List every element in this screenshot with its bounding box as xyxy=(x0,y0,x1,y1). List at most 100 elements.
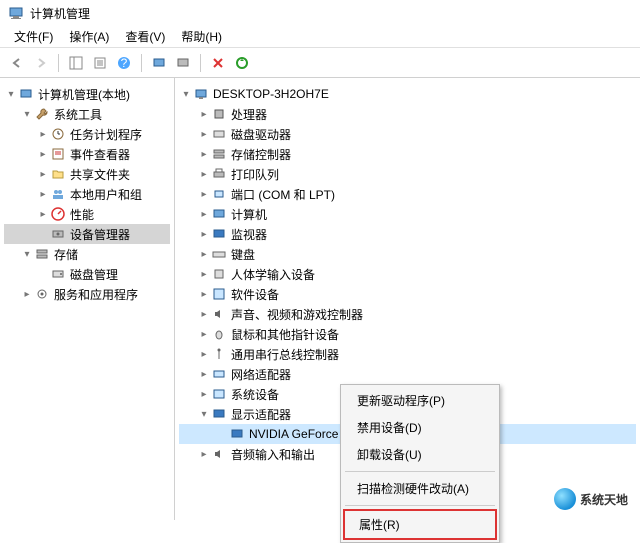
titlebar: 计算机管理 xyxy=(0,0,640,26)
network-icon xyxy=(211,366,227,382)
services-icon xyxy=(34,286,50,302)
cat-sound[interactable]: ▸ 声音、视频和游戏控制器 xyxy=(179,304,636,324)
cat-usb[interactable]: ▸ 通用串行总线控制器 xyxy=(179,344,636,364)
cat-storage-ctrl[interactable]: ▸ 存储控制器 xyxy=(179,144,636,164)
keyboard-icon xyxy=(211,246,227,262)
menu-disable-device[interactable]: 禁用设备(D) xyxy=(343,414,497,441)
chevron-right-icon: ▸ xyxy=(197,147,211,161)
menu-help[interactable]: 帮助(H) xyxy=(173,26,230,47)
tree-label: 软件设备 xyxy=(229,286,281,303)
tree-label: 存储控制器 xyxy=(229,146,293,163)
event-icon xyxy=(50,146,66,162)
separator xyxy=(200,54,201,72)
separator xyxy=(141,54,142,72)
chevron-right-icon: ▸ xyxy=(20,287,34,301)
separator xyxy=(345,471,495,472)
tree-label: 任务计划程序 xyxy=(68,126,144,143)
cat-software[interactable]: ▸ 软件设备 xyxy=(179,284,636,304)
cat-computer[interactable]: ▸计算机 xyxy=(179,204,636,224)
chevron-right-icon: ▸ xyxy=(197,367,211,381)
tree-label: 服务和应用程序 xyxy=(52,286,140,303)
tree-root-computer-mgmt[interactable]: ▾ 计算机管理(本地) xyxy=(4,84,170,104)
display-icon xyxy=(211,406,227,422)
watermark-text: 系统天地 xyxy=(580,491,628,508)
chevron-right-icon: ▸ xyxy=(197,267,211,281)
chevron-right-icon: ▸ xyxy=(197,307,211,321)
tree-label: 处理器 xyxy=(229,106,269,123)
tree-services[interactable]: ▸ 服务和应用程序 xyxy=(4,284,170,304)
computer-icon xyxy=(211,206,227,222)
separator xyxy=(345,505,495,506)
menu-uninstall-device[interactable]: 卸载设备(U) xyxy=(343,441,497,468)
svg-text:?: ? xyxy=(121,56,128,70)
tree-label: 人体学输入设备 xyxy=(229,266,317,283)
printer-icon xyxy=(211,166,227,182)
chevron-right-icon: ▸ xyxy=(36,207,50,221)
tree-label: 本地用户和组 xyxy=(68,186,144,203)
watermark: 系统天地 xyxy=(554,488,628,510)
menu-scan-hardware[interactable]: 扫描检测硬件改动(A) xyxy=(343,475,497,502)
menu-update-driver[interactable]: 更新驱动程序(P) xyxy=(343,387,497,414)
tree-label: 网络适配器 xyxy=(229,366,293,383)
tree-label: 事件查看器 xyxy=(68,146,132,163)
cat-hid[interactable]: ▸ 人体学输入设备 xyxy=(179,264,636,284)
properties-button[interactable] xyxy=(89,52,111,74)
tree-label: 性能 xyxy=(68,206,96,223)
cat-keyboards[interactable]: ▸键盘 xyxy=(179,244,636,264)
tree-label: DESKTOP-3H2OH7E xyxy=(211,87,331,101)
chevron-right-icon: ▸ xyxy=(197,287,211,301)
help-button[interactable]: ? xyxy=(113,52,135,74)
chevron-right-icon: ▸ xyxy=(36,187,50,201)
tree-disk-mgmt[interactable]: 磁盘管理 xyxy=(4,264,170,284)
menubar: 文件(F) 操作(A) 查看(V) 帮助(H) xyxy=(0,26,640,48)
chevron-right-icon: ▸ xyxy=(197,127,211,141)
tree-label: 鼠标和其他指针设备 xyxy=(229,326,341,343)
tree-label: 声音、视频和游戏控制器 xyxy=(229,306,365,323)
cat-disk-drives[interactable]: ▸磁盘驱动器 xyxy=(179,124,636,144)
cat-mouse[interactable]: ▸鼠标和其他指针设备 xyxy=(179,324,636,344)
menu-file[interactable]: 文件(F) xyxy=(6,26,61,47)
usb-icon xyxy=(211,346,227,362)
cat-cpu[interactable]: ▸处理器 xyxy=(179,104,636,124)
tree-shared-folders[interactable]: ▸ 共享文件夹 xyxy=(4,164,170,184)
tree-storage[interactable]: ▾ 存储 xyxy=(4,244,170,264)
display-icon xyxy=(229,426,245,442)
chevron-right-icon: ▸ xyxy=(36,167,50,181)
speaker-icon xyxy=(211,306,227,322)
show-hide-tree-button[interactable] xyxy=(65,52,87,74)
menu-properties[interactable]: 属性(R) xyxy=(343,509,497,540)
cat-print-queues[interactable]: ▸打印队列 xyxy=(179,164,636,184)
disable-button[interactable] xyxy=(207,52,229,74)
cat-network[interactable]: ▸ 网络适配器 xyxy=(179,364,636,384)
forward-button[interactable] xyxy=(30,52,52,74)
tree-label: 通用串行总线控制器 xyxy=(229,346,341,363)
tree-task-scheduler[interactable]: ▸ 任务计划程序 xyxy=(4,124,170,144)
chevron-down-icon: ▾ xyxy=(4,87,18,101)
chevron-right-icon: ▸ xyxy=(197,347,211,361)
tree-system-tools[interactable]: ▾ 系统工具 xyxy=(4,104,170,124)
chevron-right-icon: ▸ xyxy=(197,227,211,241)
tree-event-viewer[interactable]: ▸ 事件查看器 xyxy=(4,144,170,164)
chevron-right-icon: ▸ xyxy=(36,127,50,141)
scan-hardware-button[interactable] xyxy=(148,52,170,74)
menu-action[interactable]: 操作(A) xyxy=(61,26,117,47)
left-tree-pane: ▾ 计算机管理(本地) ▾ 系统工具 ▸ 任务计划程序 ▸ 事件查看器 ▸ xyxy=(0,78,175,520)
chevron-right-icon: ▸ xyxy=(197,387,211,401)
tree-local-users[interactable]: ▸ 本地用户和组 xyxy=(4,184,170,204)
chevron-right-icon: ▸ xyxy=(197,247,211,261)
chevron-down-icon: ▾ xyxy=(197,407,211,421)
update-driver-button[interactable] xyxy=(231,52,253,74)
chevron-right-icon: ▸ xyxy=(197,167,211,181)
menu-view[interactable]: 查看(V) xyxy=(117,26,173,47)
cat-ports[interactable]: ▸端口 (COM 和 LPT) xyxy=(179,184,636,204)
uninstall-button[interactable] xyxy=(172,52,194,74)
cat-monitors[interactable]: ▸监视器 xyxy=(179,224,636,244)
back-button[interactable] xyxy=(6,52,28,74)
tree-performance[interactable]: ▸ 性能 xyxy=(4,204,170,224)
users-icon xyxy=(50,186,66,202)
tree-device-manager[interactable]: 设备管理器 xyxy=(4,224,170,244)
context-menu: 更新驱动程序(P) 禁用设备(D) 卸载设备(U) 扫描检测硬件改动(A) 属性… xyxy=(340,384,500,543)
device-root[interactable]: ▾ DESKTOP-3H2OH7E xyxy=(179,84,636,104)
tree-label: 共享文件夹 xyxy=(68,166,132,183)
disk-icon xyxy=(211,126,227,142)
